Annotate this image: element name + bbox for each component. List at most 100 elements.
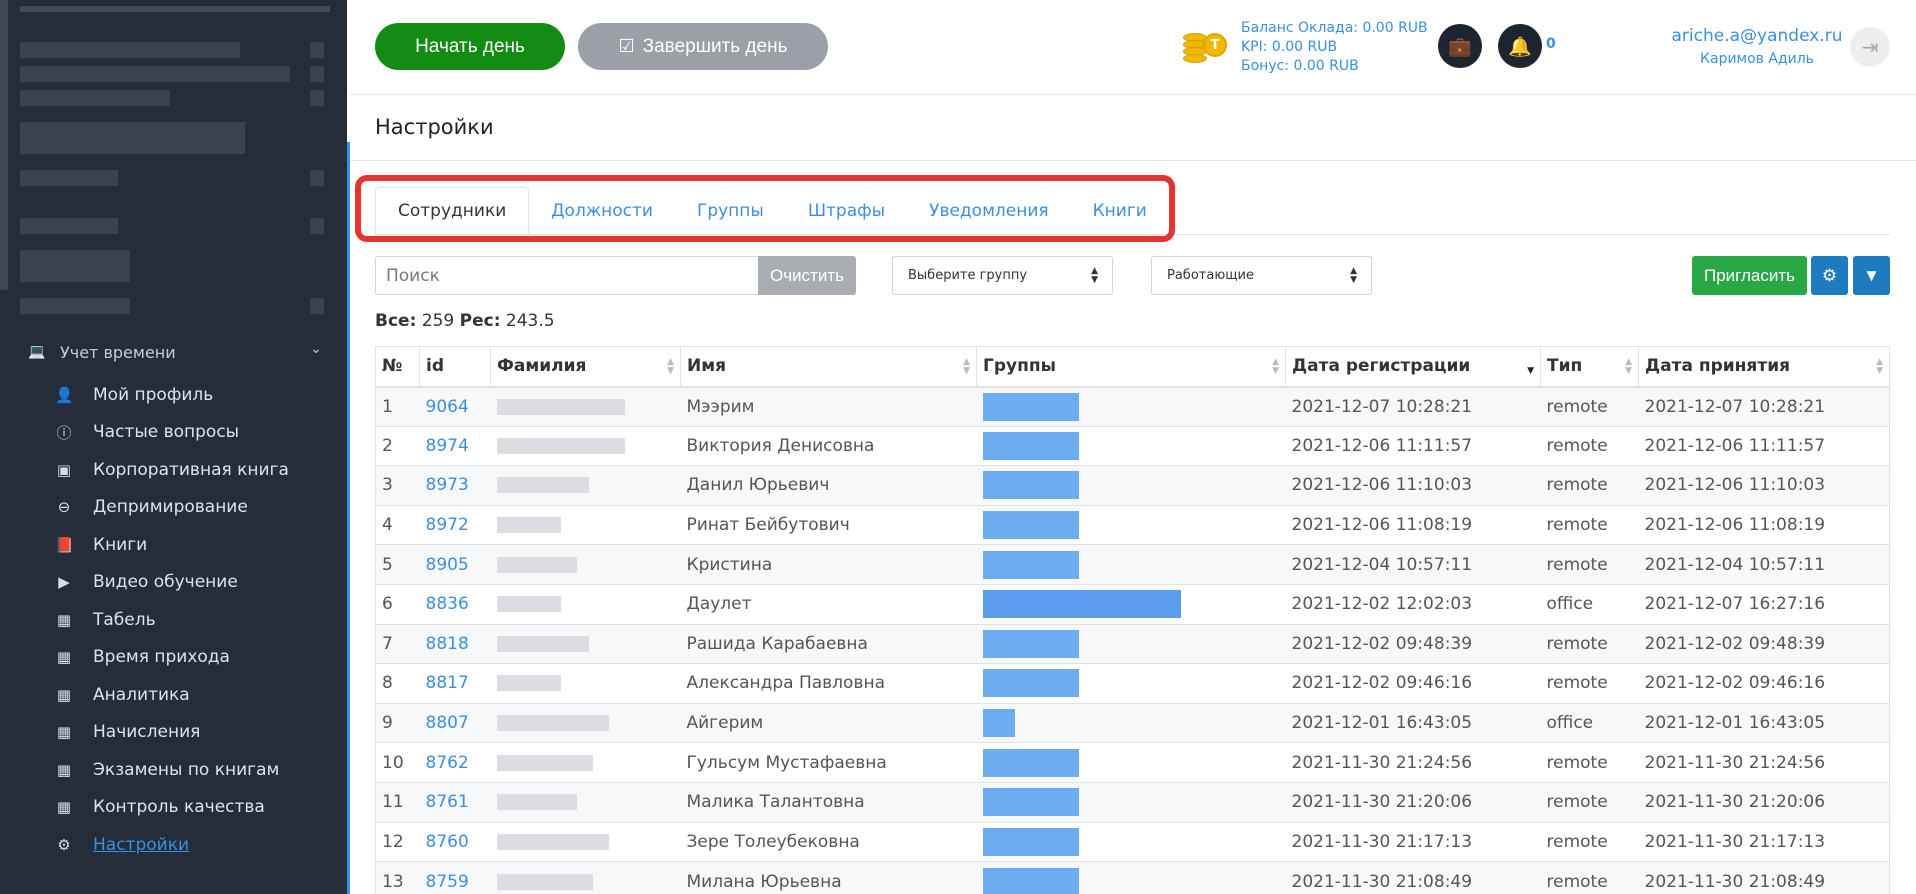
employee-id-link[interactable]: 8974 [426,436,469,456]
col-number: № [375,346,420,388]
sidebar-item-timesheet[interactable]: ▦ Табель [0,601,347,639]
start-day-button[interactable]: Начать день [375,23,565,70]
col-id[interactable]: id [419,346,491,388]
calendar-icon: ▦ [56,798,72,817]
group-select[interactable]: Выберите группу ▲ ▼ [892,256,1113,295]
laptop-icon: 💻 [28,344,46,360]
employee-id-link[interactable]: 8759 [426,872,469,892]
table-row: 12 8760 Зере Толеубековна 2021-11-30 21:… [375,821,1890,862]
sidebar-item-book-exams[interactable]: ▦ Экзамены по книгам [0,751,347,789]
contact-book-icon: ▣ [56,460,72,479]
col-last-name[interactable]: Фамилия ▲ ▼ [490,346,681,388]
sidebar-item-label: Начисления [93,722,201,743]
col-accepted-date[interactable]: Дата принятия ▲ ▼ [1638,346,1890,388]
blurred-groups [982,550,1079,579]
sidebar-item-video-training[interactable]: ▶ Видео обучение [0,564,347,602]
sidebar-item-my-profile[interactable]: 👤 Мой профиль [0,376,347,414]
sidebar-item-label: Табель [93,609,156,630]
blurred-groups [982,669,1079,698]
end-day-button[interactable]: ☑ Завершить день [578,23,828,70]
sidebar: 💻 Учет времени ⌄ 👤 Мой профиль ⓘ Частые … [0,0,347,894]
sort-icon: ▲ ▼ [1272,357,1279,376]
col-first-name[interactable]: Имя ▲ ▼ [680,346,977,388]
status-select-value: Работающие [1167,268,1254,283]
total-value: 259 [421,311,455,331]
sidebar-section-time-tracking[interactable]: 💻 Учет времени ⌄ [28,339,328,365]
notifications-button[interactable]: 🔔 [1498,24,1542,68]
clear-button[interactable]: Очистить [758,256,856,295]
user-name[interactable]: Каримов Адиль [1632,51,1882,67]
balance-salary: Баланс Оклада: 0.00 RUB [1241,20,1428,36]
sidebar-item-label: Книги [93,534,148,555]
coins-icon: T [1183,27,1227,67]
table-header-row: № id Фамилия ▲ ▼ Имя ▲ ▼ Группы ▲ ▼ Дата регис… [375,346,1890,388]
table-row: 13 8759 Милана Юрьевна 2021-11-30 21:08:… [375,861,1890,894]
sidebar-item-arrival-time[interactable]: ▦ Время прихода [0,639,347,677]
employee-id-link[interactable]: 8817 [426,673,469,693]
sort-icon: ▲ ▼ [963,357,970,376]
blurred-last-name [496,517,561,534]
blurred-last-name [496,715,609,732]
search-input[interactable] [375,256,759,295]
blurred-groups [982,629,1079,658]
res-label: Рес: [459,311,501,331]
sidebar-item-label: Аналитика [93,684,190,705]
user-icon: 👤 [55,385,74,404]
sidebar-item-quality-control[interactable]: ▦ Контроль качества [0,789,347,827]
table-row: 3 8973 Данил Юрьевич 2021-12-06 11:10:03… [375,465,1890,506]
employee-id-link[interactable]: 8760 [426,832,469,852]
col-type[interactable]: Тип ▲ ▼ [1540,346,1639,388]
blurred-last-name [496,556,577,573]
sidebar-item-settings[interactable]: ⚙ Настройки [0,826,347,864]
blurred-groups [982,590,1181,619]
status-select[interactable]: Работающие ▲ ▼ [1151,256,1372,295]
invite-button[interactable]: Пригласить [1692,256,1807,295]
employee-id-link[interactable]: 8905 [426,555,469,575]
employee-id-link[interactable]: 8818 [426,634,469,654]
blurred-groups [982,827,1079,856]
employee-id-link[interactable]: 8972 [426,515,469,535]
blurred-groups [982,748,1079,777]
blurred-groups [982,392,1079,421]
sidebar-item-faq[interactable]: ⓘ Частые вопросы [0,414,347,452]
sidebar-item-label: Видео обучение [93,572,238,593]
blurred-last-name [496,596,561,613]
sidebar-item-books[interactable]: 📕 Книги [0,526,347,564]
sidebar-item-label: Корпоративная книга [93,459,289,480]
calendar-icon: ▦ [56,610,72,629]
sidebar-item-corporate-book[interactable]: ▣ Корпоративная книга [0,451,347,489]
info-circle-icon: ⓘ [56,423,72,442]
sidebar-item-depremiation[interactable]: ⊖ Депримирование [0,489,347,527]
user-email[interactable]: ariche.a@yandex.ru [1632,26,1882,46]
balance-bonus: Бонус: 0.00 RUB [1241,58,1359,74]
col-groups[interactable]: Группы ▲ ▼ [976,346,1286,388]
blurred-groups [982,511,1079,540]
end-day-label: Завершить день [642,35,788,57]
blurred-groups [982,788,1079,817]
calendar-icon: ▦ [56,685,72,704]
employee-id-link[interactable]: 8762 [426,753,469,773]
logout-button[interactable]: ⇥ [1850,27,1890,67]
blurred-last-name [496,873,593,890]
col-registration-date[interactable]: Дата регистрации ▼ [1285,346,1541,388]
blurred-last-name [496,437,625,454]
sidebar-item-label: Время прихода [93,647,230,668]
employees-table: № id Фамилия ▲ ▼ Имя ▲ ▼ Группы ▲ ▼ Дата регис… [375,346,1890,894]
res-value: 243.5 [505,311,555,331]
employee-id-link[interactable]: 8807 [426,713,469,733]
sidebar-blurred-area [0,0,347,322]
minus-circle-icon: ⊖ [57,498,71,517]
filter-button[interactable]: ▼ [1853,256,1890,295]
sidebar-item-analytics[interactable]: ▦ Аналитика [0,676,347,714]
settings-button[interactable]: ⚙ [1811,256,1848,295]
employee-id-link[interactable]: 8761 [426,792,469,812]
employee-id-link[interactable]: 8836 [426,594,469,614]
employee-id-link[interactable]: 9064 [426,397,469,417]
play-icon: ▶ [58,573,70,592]
briefcase-button[interactable]: 💼 [1438,24,1482,68]
blurred-groups [982,867,1079,894]
sidebar-item-accruals[interactable]: ▦ Начисления [0,714,347,752]
employee-id-link[interactable]: 8973 [426,475,469,495]
table-row: 8 8817 Александра Павловна 2021-12-02 09… [375,663,1890,704]
group-select-value: Выберите группу [908,268,1028,283]
